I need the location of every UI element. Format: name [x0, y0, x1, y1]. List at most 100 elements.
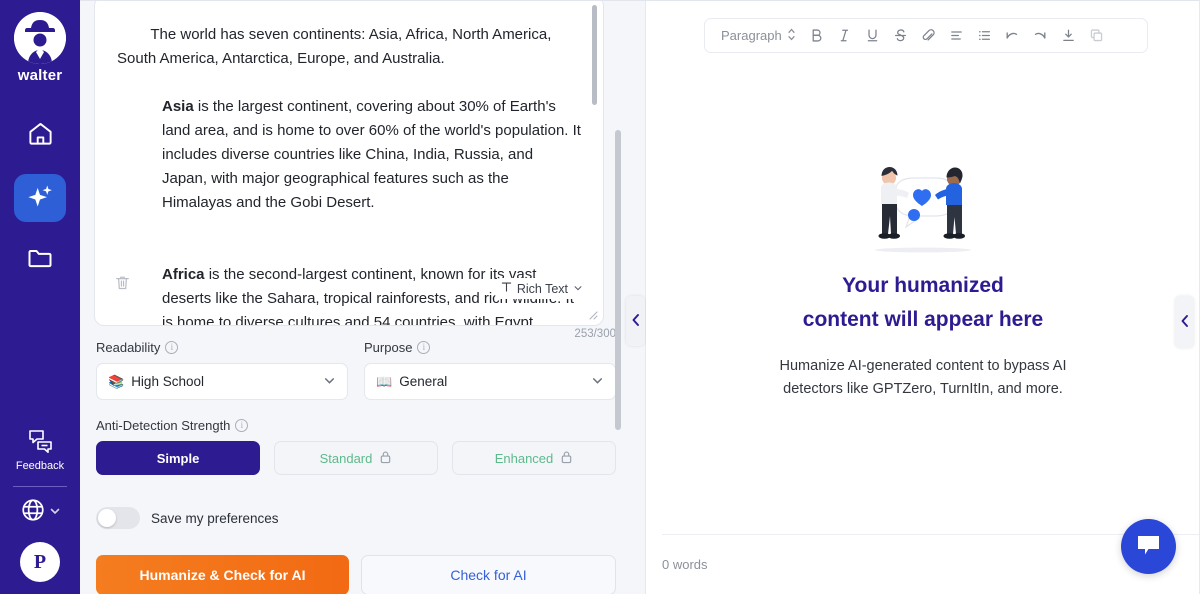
align-left-icon[interactable]	[943, 22, 970, 49]
editor-paragraph-0: The world has seven continents: Asia, Af…	[117, 26, 556, 67]
app-root: walter Feedback P The world has seven co…	[0, 0, 1200, 594]
purpose-dropdown[interactable]: 📖 General	[364, 363, 616, 400]
character-counter: 253/300	[574, 328, 616, 340]
check-for-ai-button[interactable]: Check for AI	[361, 555, 616, 594]
sidebar-item-feedback[interactable]: Feedback	[16, 428, 64, 472]
source-text-content[interactable]: The world has seven continents: Asia, Af…	[95, 0, 603, 325]
sidebar-item-home[interactable]	[14, 112, 66, 160]
output-empty-title: Your humanized content will appear here	[803, 269, 1043, 337]
input-panel: The world has seven continents: Asia, Af…	[80, 0, 632, 594]
save-preferences-toggle[interactable]	[96, 507, 140, 529]
lock-icon	[379, 450, 392, 467]
chevron-down-icon	[323, 374, 336, 390]
output-empty-title-line2: content will appear here	[802, 308, 1044, 331]
sidebar-item-humanizer[interactable]	[14, 174, 66, 222]
info-icon[interactable]: i	[165, 341, 179, 354]
home-icon	[27, 120, 54, 152]
paperclip-icon[interactable]	[915, 22, 942, 49]
editor-paragraph-1-term: Asia	[162, 98, 194, 115]
bulleted-list-icon[interactable]	[971, 22, 998, 49]
paragraph-style-dropdown[interactable]: Paragraph	[715, 28, 802, 44]
books-emoji-icon: 📚	[108, 373, 125, 389]
output-toolbar: Paragraph	[704, 18, 1148, 53]
source-text-editor[interactable]: The world has seven continents: Asia, Af…	[94, 0, 604, 326]
readability-dropdown[interactable]: 📚 High School	[96, 363, 348, 400]
strength-option-simple[interactable]: Simple	[96, 441, 260, 475]
sidebar-feedback-label: Feedback	[15, 460, 65, 472]
strength-option-simple-label: Simple	[156, 450, 200, 466]
text-format-icon	[501, 281, 512, 296]
info-icon[interactable]: i	[235, 419, 249, 432]
brand-name: walter	[17, 67, 63, 84]
two-people-speech-bubble-illustration	[848, 155, 998, 255]
top-divider	[80, 0, 1200, 1]
chevron-down-icon	[591, 374, 604, 390]
purpose-label: Purpose	[364, 340, 413, 355]
chevron-down-icon	[49, 504, 61, 522]
collapse-left-panel-button[interactable]	[626, 296, 645, 346]
settings-controls: Readability i 📚 High School Purpose i 📖 …	[80, 340, 632, 594]
output-empty-subtitle-line1: Humanize AI-generated content to bypass …	[779, 358, 1067, 374]
language-selector[interactable]	[20, 497, 61, 528]
brand[interactable]: walter	[14, 12, 66, 84]
folder-icon	[26, 244, 54, 277]
output-panel: Paragraph Your humanized content will ap…	[646, 0, 1200, 594]
readability-field: Readability i 📚 High School	[96, 340, 348, 400]
editor-paragraph-2-term: Africa	[162, 266, 205, 283]
output-empty-subtitle: Humanize AI-generated content to bypass …	[780, 355, 1067, 401]
sidebar-nav	[14, 112, 66, 284]
purpose-field: Purpose i 📖 General	[364, 340, 616, 400]
up-down-arrows-icon	[787, 28, 796, 44]
editor-scrollbar[interactable]	[592, 5, 597, 105]
panel-splitter[interactable]	[626, 0, 646, 594]
readability-label: Readability	[96, 340, 161, 355]
italic-icon[interactable]	[831, 22, 858, 49]
strength-segmented-control: Simple Standard Enhanced	[96, 441, 616, 475]
purpose-label-row: Purpose i	[364, 340, 616, 355]
purpose-value: General	[399, 374, 448, 389]
avatar[interactable]: P	[20, 542, 60, 582]
clear-text-button[interactable]	[105, 269, 139, 301]
sidebar: walter Feedback P	[0, 0, 80, 594]
humanize-and-check-button[interactable]: Humanize & Check for AI	[96, 555, 349, 594]
copy-icon[interactable]	[1083, 22, 1110, 49]
collapse-right-panel-button[interactable]	[1175, 296, 1194, 348]
undo-icon[interactable]	[999, 22, 1026, 49]
redo-icon[interactable]	[1027, 22, 1054, 49]
trash-icon	[114, 274, 131, 296]
toggle-knob	[98, 509, 116, 527]
left-panel-scrollbar[interactable]	[615, 130, 621, 430]
chat-feedback-icon	[27, 428, 54, 458]
rich-text-mode-dropdown[interactable]: Rich Text	[494, 278, 589, 299]
output-empty-state: Your humanized content will appear here …	[646, 155, 1200, 401]
detective-avatar-icon	[14, 12, 66, 64]
open-book-emoji-icon: 📖	[376, 373, 393, 389]
output-footer: 0 words	[662, 534, 1200, 594]
globe-icon	[20, 497, 46, 528]
lock-icon	[560, 450, 573, 467]
save-preferences-row: Save my preferences	[96, 507, 616, 529]
strength-option-standard[interactable]: Standard	[274, 441, 438, 475]
output-empty-subtitle-line2: detectors like GPTZero, TurnItIn, and mo…	[783, 381, 1063, 397]
strength-label-row: Anti-Detection Strength i	[96, 418, 616, 433]
paragraph-style-label: Paragraph	[721, 28, 782, 43]
chevron-left-icon	[630, 313, 642, 330]
sparkles-icon	[26, 182, 54, 215]
chevron-down-icon	[573, 282, 583, 296]
chat-support-button[interactable]	[1121, 519, 1176, 574]
sidebar-item-files[interactable]	[14, 236, 66, 284]
strength-option-standard-label: Standard	[319, 450, 373, 466]
chevron-left-icon	[1179, 314, 1191, 331]
strikethrough-icon[interactable]	[887, 22, 914, 49]
action-buttons: Humanize & Check for AI Check for AI	[96, 555, 616, 594]
readability-label-row: Readability i	[96, 340, 348, 355]
strength-option-enhanced-label: Enhanced	[494, 450, 554, 466]
readability-value: High School	[131, 374, 204, 389]
underline-icon[interactable]	[859, 22, 886, 49]
info-icon[interactable]: i	[417, 341, 431, 354]
output-empty-title-line1: Your humanized	[842, 274, 1004, 297]
download-icon[interactable]	[1055, 22, 1082, 49]
resize-grip-icon[interactable]	[586, 307, 598, 320]
strength-option-enhanced[interactable]: Enhanced	[452, 441, 616, 475]
bold-icon[interactable]	[803, 22, 830, 49]
